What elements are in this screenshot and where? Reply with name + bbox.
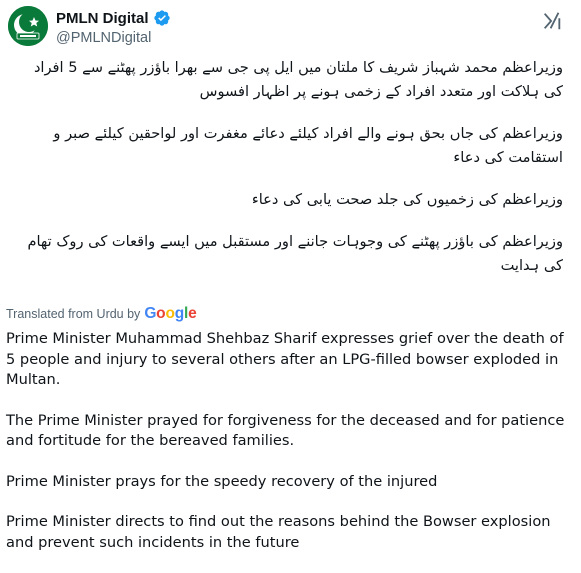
urdu-paragraph: وزیراعظم کی زخمیوں کی جلد صحت یابی کی دع… <box>251 191 563 208</box>
google-logo[interactable]: Google <box>144 305 196 323</box>
verified-badge-icon <box>153 9 171 27</box>
translated-paragraph: The Prime Minister prayed for forgivenes… <box>6 411 565 450</box>
translated-from-label: Translated from Urdu by <box>6 307 141 321</box>
translation-attribution: Translated from Urdu by Google <box>6 305 197 323</box>
avatar[interactable] <box>8 6 48 46</box>
urdu-paragraph: وزیراعظم کی جاں بحق ہونے والے افراد کیلئ… <box>53 125 563 166</box>
urdu-paragraph: وزیراعظم کی باؤزر پھٹنے کی وجوہات جاننے … <box>27 233 563 274</box>
urdu-paragraph: وزیراعظم محمد شہباز شریف کا ملتان میں ای… <box>33 59 563 100</box>
tweet-header: PMLN Digital @PMLNDigital <box>8 6 573 50</box>
tweet-original-text: وزیراعظم محمد شہباز شریف کا ملتان میں ای… <box>16 56 563 296</box>
grok-icon[interactable] <box>541 10 563 32</box>
translated-paragraph: Prime Minister Muhammad Shehbaz Sharif e… <box>6 330 564 388</box>
pmln-logo-icon <box>8 6 48 46</box>
translated-paragraph: Prime Minister prays for the speedy reco… <box>6 472 438 490</box>
author-handle[interactable]: @PMLNDigital <box>56 30 171 46</box>
translated-paragraph: Prime Minister directs to find out the r… <box>6 513 551 551</box>
tweet-translated-text: Prime Minister Muhammad Shehbaz Sharif e… <box>6 329 574 573</box>
author-display-name[interactable]: PMLN Digital <box>56 10 149 27</box>
